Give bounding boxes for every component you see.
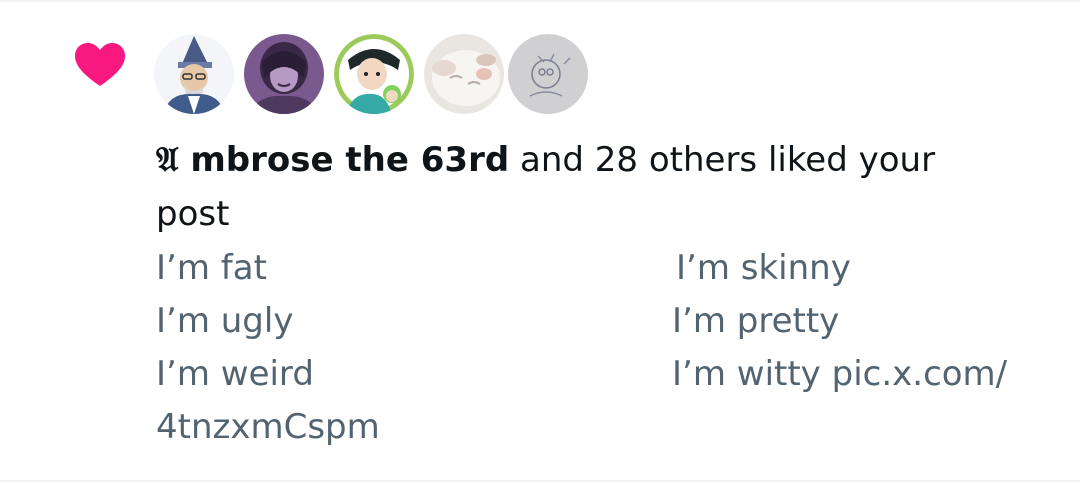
anime-characters-avatar[interactable] (334, 34, 414, 114)
preview-line: I’m weird (156, 354, 314, 394)
preview-line: I’m witty pic.x.com/ (672, 354, 1008, 394)
preview-line: I’m skinny (676, 248, 851, 288)
preview-line: I’m pretty (672, 301, 840, 341)
white-cat-avatar[interactable] (424, 34, 504, 114)
wizard-avatar[interactable] (154, 34, 234, 114)
heart-icon (75, 43, 125, 86)
preview-line: I’m ugly (156, 301, 294, 341)
bottom-divider (0, 480, 1080, 482)
top-divider (0, 0, 1080, 2)
purple-character-avatar[interactable] (244, 34, 324, 114)
preview-line: 4tnzxmCspm (156, 407, 380, 447)
sketch-avatar[interactable] (508, 34, 588, 114)
notification-text: 𝔄 mbrose the 63rd and 28 others liked yo… (156, 133, 1016, 241)
actor-name[interactable]: 𝔄 mbrose the 63rd (156, 140, 509, 180)
preview-line: I’m fat (156, 248, 267, 288)
